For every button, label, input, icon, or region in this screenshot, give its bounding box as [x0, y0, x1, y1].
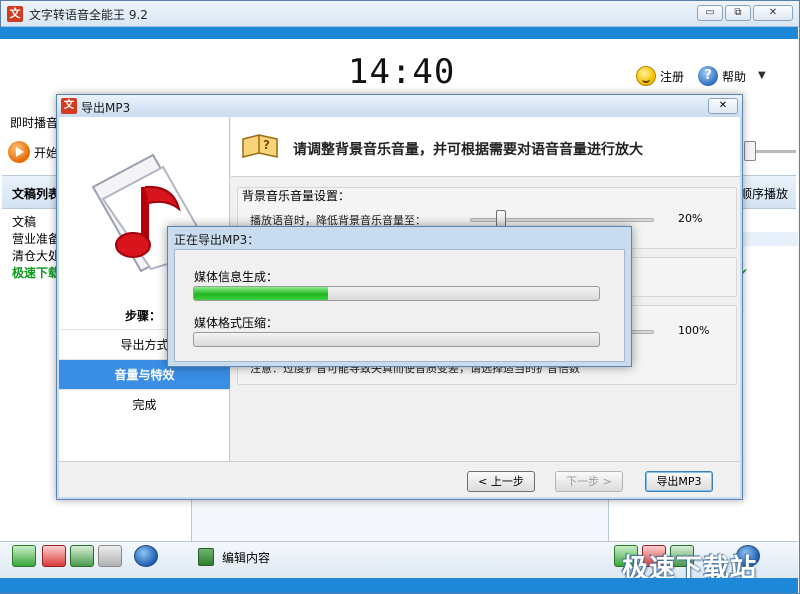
main-titlebar: 文 文字转语音全能王 9.2 ▭ ⧉ ✕ — [1, 1, 799, 27]
media-info-progress-fill — [194, 287, 328, 300]
clock-display: 14:40 — [348, 52, 456, 92]
footer-accent-bar — [0, 578, 798, 593]
bg-volume-value: 20% — [678, 212, 703, 225]
minimize-button[interactable]: ▭ — [697, 5, 723, 21]
list-item[interactable]: 清仓大处 — [12, 248, 60, 265]
app-logo-icon: 文 — [61, 98, 77, 114]
voice-volume-value: 100% — [678, 324, 710, 337]
dialog-close-button[interactable]: ✕ — [708, 98, 738, 114]
export-progress-dialog: 正在导出MP3： 媒体信息生成： 媒体格式压缩： — [167, 226, 632, 367]
app-logo-icon: 文 — [7, 6, 23, 22]
header-accent-bar — [0, 27, 798, 39]
doc-icon — [198, 548, 214, 566]
export-icon[interactable] — [98, 545, 122, 567]
smile-icon — [636, 66, 656, 86]
restore-button[interactable]: ⧉ — [725, 5, 751, 21]
progress-dialog-title: 正在导出MP3： — [174, 233, 260, 247]
play-icon — [8, 141, 30, 163]
media-compress-label: 媒体格式压缩： — [194, 316, 279, 330]
main-window-title: 文字转语音全能王 9.2 — [29, 8, 148, 22]
edit-content-label: 编辑内容 — [222, 550, 271, 565]
book-icon: ? — [242, 134, 278, 158]
progress-dialog-body: 媒体信息生成： 媒体格式压缩： — [174, 249, 625, 362]
start-label: 开始 — [34, 145, 59, 160]
delete-icon[interactable] — [42, 545, 66, 567]
volume-track — [756, 150, 796, 153]
steps-label: 步骤： — [125, 309, 162, 323]
table-row — [742, 232, 798, 246]
dialog-titlebar: 文 导出MP3 ✕ — [57, 95, 742, 117]
instruction-text: 请调整背景音乐音量，并可根据需要对语音音量进行放大 — [293, 142, 643, 158]
edit-content-tab[interactable]: 编辑内容 — [198, 548, 270, 566]
add-icon[interactable] — [12, 545, 36, 567]
list-item[interactable]: 文稿 — [12, 214, 60, 231]
export-mp3-button[interactable]: 导出MP3 — [645, 471, 713, 492]
register-link[interactable]: 注册 — [636, 66, 684, 86]
register-label: 注册 — [660, 69, 685, 84]
volume-slider[interactable] — [744, 141, 756, 161]
media-info-progress — [193, 286, 600, 301]
menu-dropdown-icon[interactable]: ▼ — [758, 70, 766, 81]
tab-instant-broadcast[interactable]: 即时播音 — [10, 114, 58, 131]
list-item[interactable]: 极速下载 — [12, 265, 60, 282]
close-button[interactable]: ✕ — [753, 5, 793, 21]
dialog-title: 导出MP3 — [81, 101, 131, 115]
start-button[interactable]: 开始 — [8, 141, 58, 163]
svg-text:?: ? — [263, 138, 270, 152]
import-icon[interactable] — [70, 545, 94, 567]
media-compress-progress — [193, 332, 600, 347]
group-title: 背景音乐音量设置： — [242, 189, 351, 203]
play-icon[interactable] — [134, 545, 158, 567]
help-link[interactable]: ? 帮助 — [698, 66, 746, 86]
prev-step-button[interactable]: < 上一步 — [467, 471, 535, 492]
media-info-label: 媒体信息生成： — [194, 270, 279, 284]
dialog-button-bar: < 上一步 下一步 > 导出MP3 — [59, 461, 740, 497]
instruction-banner: ? 请调整背景音乐音量，并可根据需要对语音音量进行放大 — [231, 117, 740, 177]
next-step-button[interactable]: 下一步 > — [555, 471, 623, 492]
help-icon: ? — [698, 66, 718, 86]
step-finish[interactable]: 完成 — [59, 389, 230, 419]
list-item[interactable]: 营业准备 — [12, 231, 60, 248]
doc-list: 文稿 营业准备 清仓大处 极速下载 — [12, 214, 60, 282]
help-label: 帮助 — [722, 69, 747, 84]
